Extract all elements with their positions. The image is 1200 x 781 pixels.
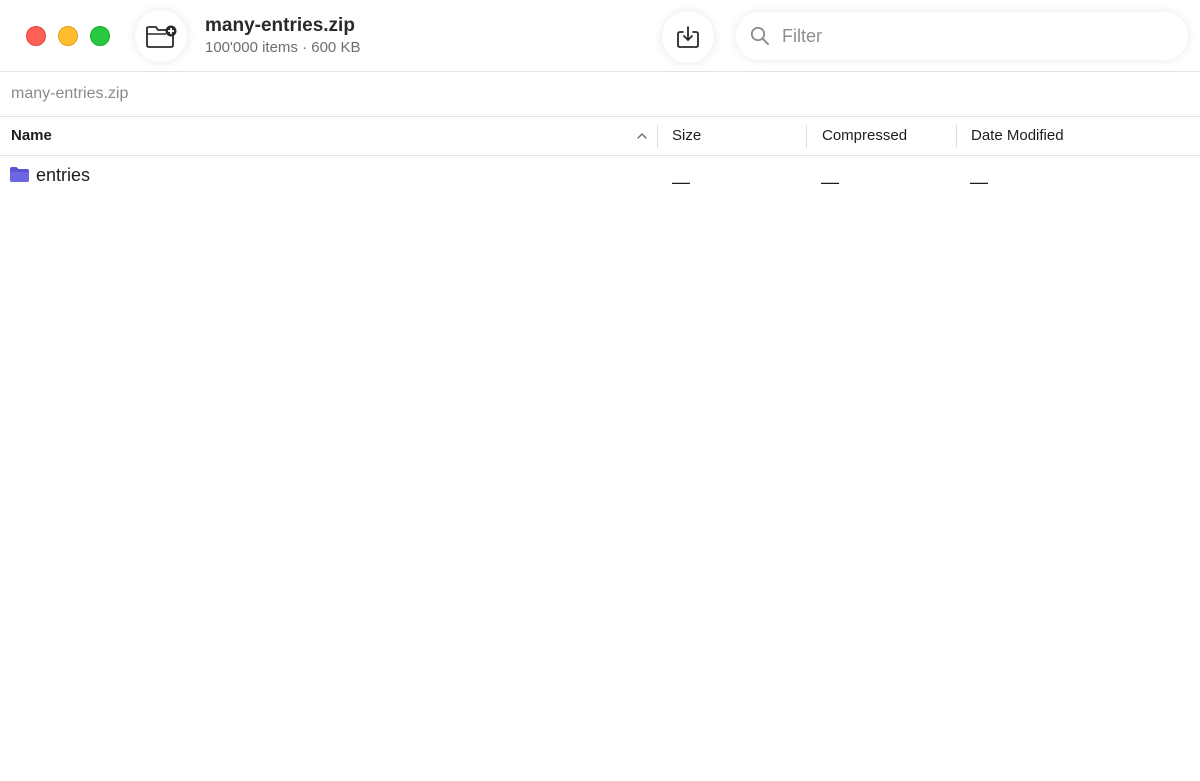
extract-download-icon [677,26,699,48]
row-date-modified: — [970,172,988,192]
column-separator[interactable] [806,125,807,148]
folder-icon [10,167,29,182]
table-header: Name Size Compressed Date Modified [0,117,1200,156]
search-icon [750,26,769,45]
filter-input[interactable] [780,24,1144,48]
extract-button[interactable] [662,11,714,63]
breadcrumb-item[interactable]: many-entries.zip [11,85,128,102]
folder-add-icon [146,25,177,48]
column-header-size[interactable]: Size [672,117,701,155]
column-header-name[interactable]: Name [11,117,651,155]
zoom-window-button[interactable] [90,26,110,46]
close-window-button[interactable] [26,26,46,46]
row-compressed: — [821,172,839,192]
column-header-date-modified[interactable]: Date Modified [971,117,1064,155]
column-header-compressed[interactable]: Compressed [822,117,907,155]
archive-window: many-entries.zip 100'000 items · 600 KB … [0,0,1200,781]
chevron-up-icon[interactable] [636,130,648,142]
row-size: — [672,172,690,192]
title-block: many-entries.zip 100'000 items · 600 KB [205,14,360,58]
breadcrumb: many-entries.zip [0,72,1200,117]
filter-field[interactable] [736,12,1188,60]
minimize-window-button[interactable] [58,26,78,46]
row-name: entries [36,165,91,185]
column-separator[interactable] [956,125,957,148]
add-files-button[interactable] [135,10,187,62]
table-row[interactable]: entries — — — [0,156,1200,200]
archive-subtitle: 100'000 items · 600 KB [205,39,361,56]
archive-title: many-entries.zip [205,15,355,36]
column-separator[interactable] [657,125,658,148]
toolbar: many-entries.zip 100'000 items · 600 KB [0,0,1200,72]
